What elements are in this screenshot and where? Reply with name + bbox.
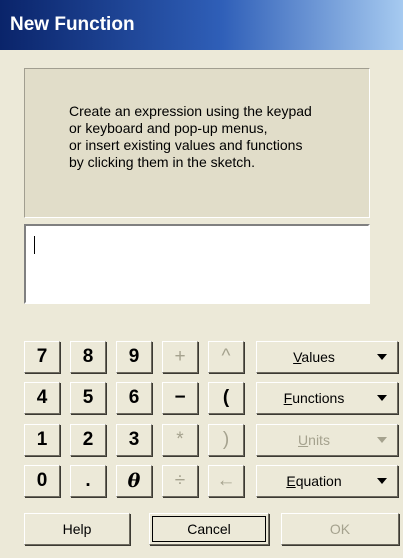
instruction-line: by clicking them in the sketch. xyxy=(69,154,255,170)
expression-input[interactable] xyxy=(24,224,370,304)
dropdown-arrow-icon xyxy=(377,395,387,401)
help-button[interactable]: Help xyxy=(24,513,130,545)
instruction-line: or keyboard and pop-up menus, xyxy=(69,120,268,136)
key-3[interactable]: 3 xyxy=(116,424,152,456)
key-2[interactable]: 2 xyxy=(70,424,106,456)
title-bar: New Function xyxy=(0,0,403,50)
dropdown-arrow-icon xyxy=(377,354,387,360)
dropdown-arrow-icon xyxy=(377,478,387,484)
key-close-paren[interactable]: ) xyxy=(208,424,244,456)
new-function-dialog: New Function Create an expression using … xyxy=(0,0,403,558)
key-open-paren[interactable]: ( xyxy=(208,382,244,414)
instruction-line: or insert existing values and functions xyxy=(69,137,303,153)
key-decimal[interactable]: . xyxy=(70,465,106,497)
key-0[interactable]: 0 xyxy=(24,465,60,497)
equation-menu-button[interactable]: Equation xyxy=(256,465,398,497)
key-1[interactable]: 1 xyxy=(24,424,60,456)
values-menu-button[interactable]: Values xyxy=(256,341,398,373)
units-menu-button[interactable]: Units xyxy=(256,424,398,456)
key-9[interactable]: 9 xyxy=(116,341,152,373)
values-menu-label: Values xyxy=(293,349,335,365)
instructions-panel: Create an expression using the keypad or… xyxy=(24,68,370,218)
key-5[interactable]: 5 xyxy=(70,382,106,414)
dropdown-arrow-icon xyxy=(377,437,387,443)
instruction-line: Create an expression using the keypad xyxy=(69,103,312,119)
ok-button[interactable]: OK xyxy=(281,513,399,545)
key-6[interactable]: 6 xyxy=(116,382,152,414)
key-plus[interactable]: + xyxy=(162,341,198,373)
key-divide[interactable]: ÷ xyxy=(162,465,198,497)
key-caret[interactable]: ^ xyxy=(208,341,244,373)
equation-menu-label: Equation xyxy=(286,473,342,489)
key-7[interactable]: 7 xyxy=(24,341,60,373)
functions-menu-label: Functions xyxy=(283,390,345,406)
key-4[interactable]: 4 xyxy=(24,382,60,414)
key-multiply[interactable]: * xyxy=(162,424,198,456)
functions-menu-button[interactable]: Functions xyxy=(256,382,398,414)
window-title: New Function xyxy=(10,14,135,35)
units-menu-label: Units xyxy=(298,432,330,448)
text-caret xyxy=(34,236,35,254)
key-minus[interactable]: − xyxy=(162,382,198,414)
key-theta[interactable]: θ xyxy=(116,465,152,497)
key-backspace[interactable]: ← xyxy=(208,465,244,497)
cancel-button[interactable]: Cancel xyxy=(149,513,269,545)
key-8[interactable]: 8 xyxy=(70,341,106,373)
